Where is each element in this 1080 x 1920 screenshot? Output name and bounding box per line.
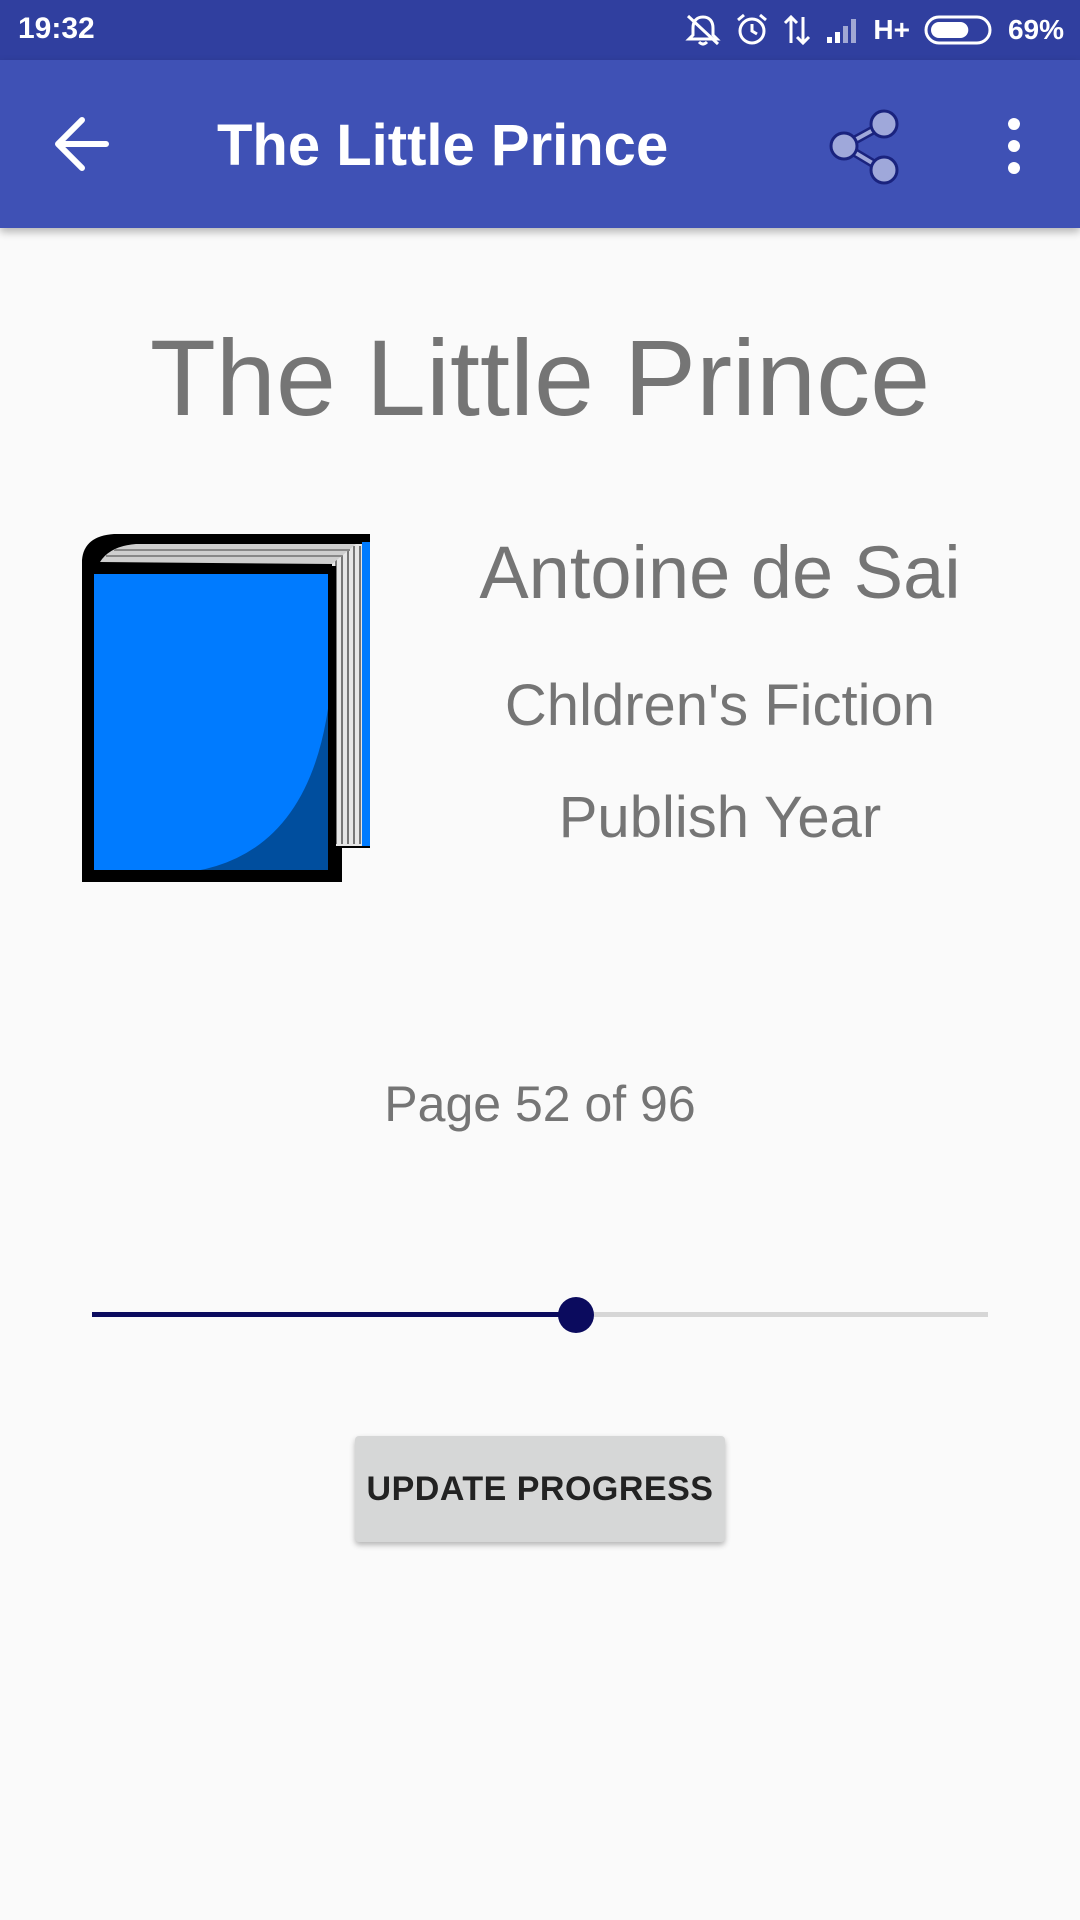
app-bar: The Little Prince [0,60,1080,228]
battery-icon [924,15,992,45]
progress-seekbar[interactable] [92,1290,988,1340]
data-transfer-icon [784,14,811,46]
share-icon [829,109,899,185]
status-bar: 19:32 H+ 69% [0,0,1080,60]
book-publish-year: Publish Year [558,785,882,850]
signal-icon [827,19,857,43]
book-genre: Chldren's Fiction [504,673,936,738]
network-type: H+ [873,14,910,45]
alarm-icon [737,13,768,45]
seekbar-fill [92,1312,576,1317]
book-author: Antoine de Sai [479,531,961,614]
back-button[interactable] [44,110,124,178]
update-progress-button[interactable]: UPDATE PROGRESS [355,1436,725,1542]
battery-percent: 69% [1007,14,1064,45]
book-cover [70,530,380,890]
more-options-button[interactable] [990,110,1038,182]
status-icons: H+ 69% [671,10,1064,50]
share-button[interactable] [822,102,914,192]
app-bar-title: The Little Prince [217,113,669,178]
arrow-back-icon [55,117,109,171]
status-time: 19:32 [18,12,95,45]
seekbar-thumb[interactable] [557,1297,594,1333]
book-title: The Little Prince [149,317,931,438]
mute-vibrate-icon [685,14,721,46]
more-vert-icon [1008,118,1020,174]
book-icon [82,534,370,882]
page-indicator: Page 52 of 96 [384,1076,696,1132]
